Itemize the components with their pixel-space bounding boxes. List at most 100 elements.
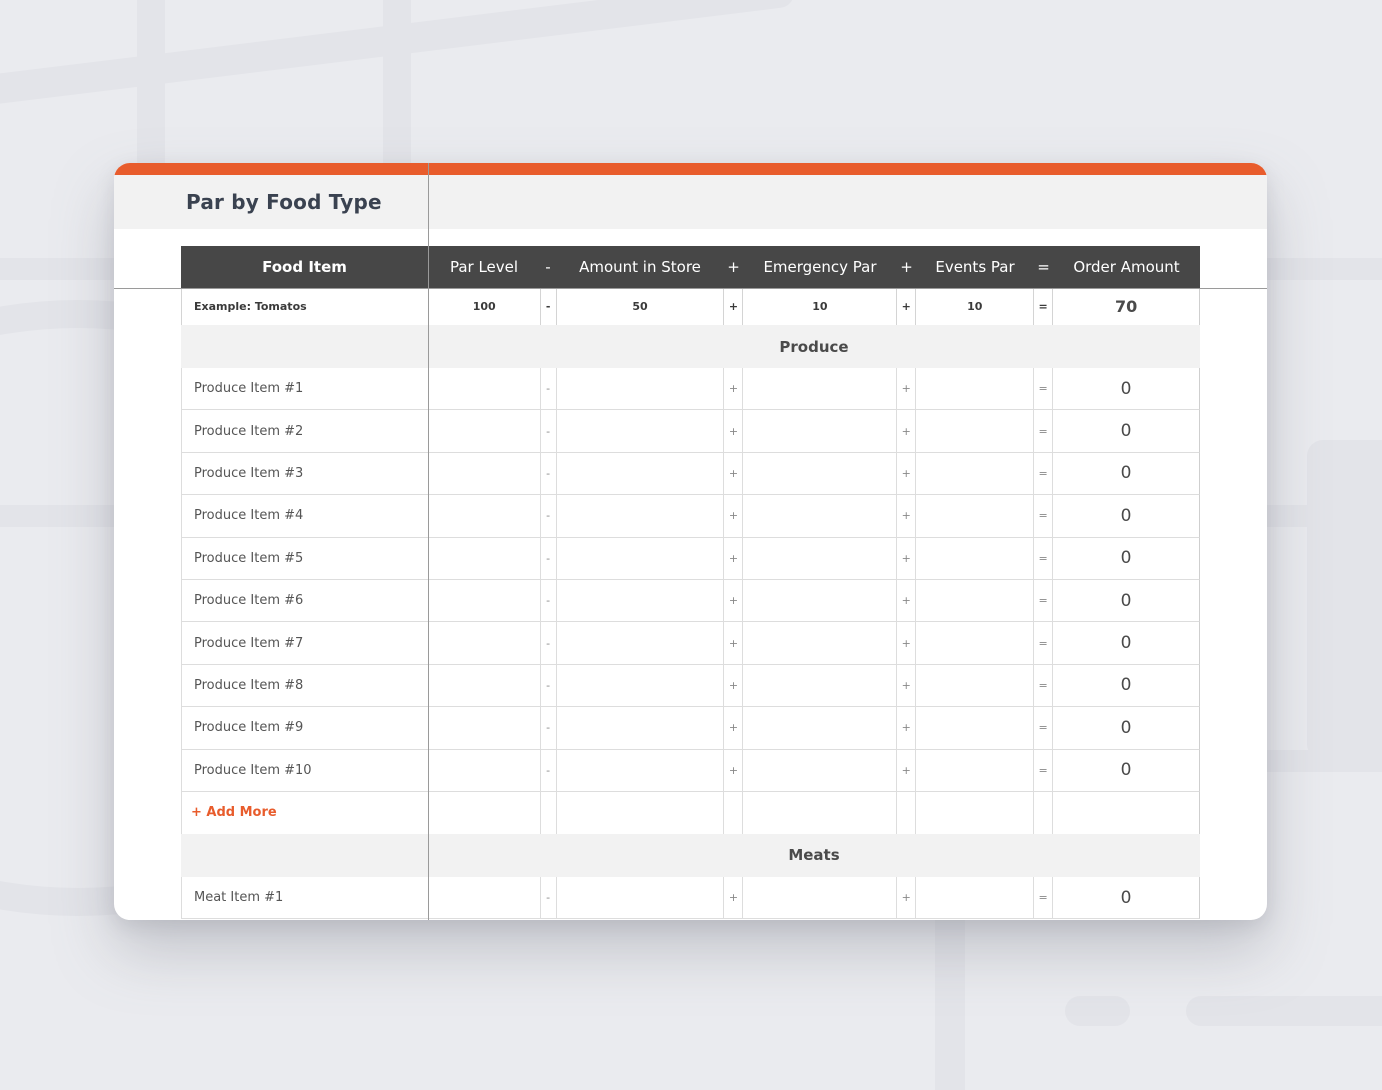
events-par-input[interactable] <box>915 622 1033 664</box>
par-level-input[interactable] <box>427 452 540 495</box>
amount-in-store-input[interactable] <box>555 495 724 537</box>
table-row: Produce Item #3 - + + = 0 <box>181 452 1200 496</box>
food-item-name[interactable]: Produce Item #3 <box>181 452 428 495</box>
plus-operator: + <box>896 288 915 325</box>
amount-in-store-input[interactable] <box>555 622 724 664</box>
equals-operator: = <box>1033 452 1052 495</box>
minus-operator: - <box>539 876 556 919</box>
par-level-input[interactable] <box>427 749 540 791</box>
column-header-plus: + <box>900 258 913 276</box>
table-body: Produce Produce Item #1- + + = 0 Produce Item … <box>181 325 1200 920</box>
events-par-input[interactable] <box>915 537 1033 579</box>
emergency-par-input[interactable] <box>742 452 896 495</box>
order-amount-value: 0 <box>1052 537 1199 579</box>
amount-in-store-input[interactable] <box>555 579 724 622</box>
table-row: Meat Item #1 - + + = 0 <box>181 876 1200 920</box>
amount-in-store-input[interactable] <box>555 537 724 579</box>
minus-operator: - <box>539 537 556 579</box>
food-item-name[interactable]: Produce Item #8 <box>181 664 428 707</box>
order-amount-value: 0 <box>1052 452 1199 495</box>
par-level-input[interactable] <box>427 579 540 622</box>
food-item-name[interactable]: Meat Item #1 <box>181 876 428 919</box>
events-par-input[interactable] <box>915 410 1033 452</box>
events-par-input[interactable] <box>915 495 1033 537</box>
example-order-amount: 70 <box>1052 288 1199 325</box>
events-par-input[interactable] <box>915 368 1033 410</box>
emergency-par-input[interactable] <box>742 664 896 707</box>
plus-operator: + <box>723 664 742 707</box>
par-level-input[interactable] <box>427 537 540 579</box>
table-header: Food Item Par Level - Amount in Store + … <box>181 246 1200 288</box>
minus-operator: - <box>539 410 556 452</box>
plus-operator: + <box>896 749 915 791</box>
example-events-par: 10 <box>915 288 1033 325</box>
events-par-input[interactable] <box>915 876 1033 919</box>
empty-cell <box>539 791 556 834</box>
emergency-par-input[interactable] <box>742 876 896 919</box>
amount-in-store-input[interactable] <box>555 876 724 919</box>
events-par-input[interactable] <box>915 707 1033 749</box>
minus-operator: - <box>539 707 556 749</box>
plus-operator: + <box>896 876 915 919</box>
plus-operator: + <box>896 579 915 622</box>
minus-operator: - <box>539 579 556 622</box>
order-amount-value: 0 <box>1052 622 1199 664</box>
emergency-par-input[interactable] <box>742 579 896 622</box>
amount-in-store-input[interactable] <box>555 749 724 791</box>
par-level-input[interactable] <box>427 495 540 537</box>
amount-in-store-input[interactable] <box>555 368 724 410</box>
amount-in-store-input[interactable] <box>555 410 724 452</box>
background-decoration <box>1307 440 1382 760</box>
emergency-par-input[interactable] <box>742 495 896 537</box>
column-header-amount-in-store: Amount in Store <box>579 258 701 276</box>
events-par-input[interactable] <box>915 579 1033 622</box>
food-item-name[interactable]: Produce Item #5 <box>181 537 428 579</box>
par-level-input[interactable] <box>427 876 540 919</box>
plus-operator: + <box>896 410 915 452</box>
events-par-input[interactable] <box>915 452 1033 495</box>
par-level-input[interactable] <box>427 368 540 410</box>
equals-operator: = <box>1033 410 1052 452</box>
food-item-name[interactable]: Produce Item #4 <box>181 495 428 537</box>
header-divider <box>114 288 1267 289</box>
emergency-par-input[interactable] <box>742 622 896 664</box>
empty-cell <box>1033 791 1052 834</box>
example-row: Example: Tomatos 100 - 50 + 10 + 10 = 70 <box>181 288 1200 325</box>
plus-operator: + <box>896 452 915 495</box>
equals-operator: = <box>1033 495 1052 537</box>
example-amount-in-store: 50 <box>555 288 724 325</box>
food-item-name[interactable]: Produce Item #1 <box>181 368 428 410</box>
table-row: Produce Item #10 - + + = 0 <box>181 749 1200 792</box>
emergency-par-input[interactable] <box>742 537 896 579</box>
food-item-name[interactable]: Produce Item #2 <box>181 410 428 452</box>
plus-operator: + <box>723 288 742 325</box>
amount-in-store-input[interactable] <box>555 707 724 749</box>
column-header-par-level: Par Level <box>449 258 519 276</box>
plus-operator: + <box>723 579 742 622</box>
background-decoration <box>1065 996 1130 1026</box>
order-amount-value: 0 <box>1052 368 1199 410</box>
par-level-input[interactable] <box>427 664 540 707</box>
order-amount-value: 0 <box>1052 749 1199 791</box>
food-item-name[interactable]: Produce Item #7 <box>181 622 428 664</box>
equals-operator: = <box>1033 537 1052 579</box>
emergency-par-input[interactable] <box>742 749 896 791</box>
par-level-input[interactable] <box>427 410 540 452</box>
plus-operator: + <box>723 876 742 919</box>
amount-in-store-input[interactable] <box>555 664 724 707</box>
column-divider <box>428 163 429 920</box>
amount-in-store-input[interactable] <box>555 452 724 495</box>
food-item-name[interactable]: Produce Item #10 <box>181 749 428 791</box>
par-level-input[interactable] <box>427 707 540 749</box>
plus-operator: + <box>723 749 742 791</box>
par-level-input[interactable] <box>427 622 540 664</box>
emergency-par-input[interactable] <box>742 368 896 410</box>
emergency-par-input[interactable] <box>742 410 896 452</box>
emergency-par-input[interactable] <box>742 707 896 749</box>
events-par-input[interactable] <box>915 749 1033 791</box>
food-item-name[interactable]: Produce Item #9 <box>181 707 428 749</box>
add-more-button[interactable]: + Add More <box>191 805 277 820</box>
events-par-input[interactable] <box>915 664 1033 707</box>
food-item-name[interactable]: Produce Item #6 <box>181 579 428 622</box>
equals-operator: = <box>1033 288 1052 325</box>
